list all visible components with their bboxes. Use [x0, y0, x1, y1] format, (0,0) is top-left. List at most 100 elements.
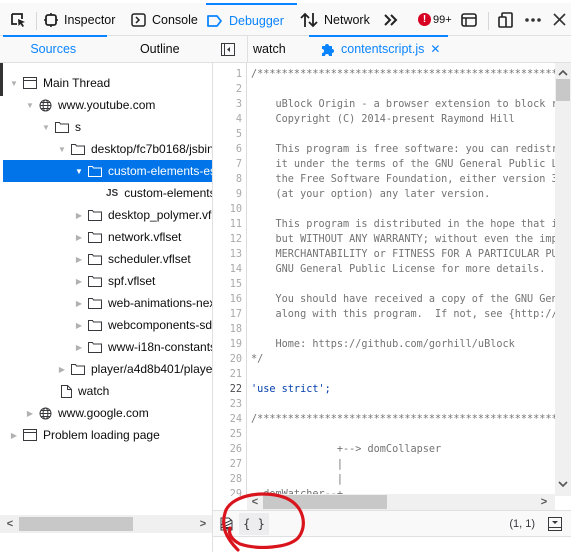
- element-picker-button[interactable]: [10, 3, 26, 36]
- tab-console[interactable]: Console: [131, 3, 198, 36]
- tree-item-network-vflset[interactable]: ▶ network.vflset: [3, 226, 212, 248]
- tab-outline[interactable]: Outline: [107, 36, 214, 62]
- blackbox-button[interactable]: [220, 517, 233, 534]
- scroll-down-icon[interactable]: [556, 477, 570, 491]
- tree-item-watch[interactable]: watch: [3, 380, 212, 402]
- code-line[interactable]: 12 but WITHOUT ANY WARRANTY; without eve…: [213, 232, 555, 247]
- code-editor[interactable]: 1 /**************************************…: [213, 63, 555, 496]
- code-line[interactable]: 3 uBlock Origin - a browser extension to…: [213, 97, 555, 112]
- close-tab-icon[interactable]: ✕: [430, 42, 440, 56]
- code-line[interactable]: 9 (at your option) any later version.: [213, 187, 555, 202]
- line-number[interactable]: 25: [213, 427, 242, 442]
- line-number[interactable]: 24: [213, 412, 242, 427]
- tree-item-web-animations[interactable]: ▶ web-animations-next: [3, 292, 212, 314]
- toggle-split-console-button[interactable]: [461, 3, 477, 36]
- code-line[interactable]: 24 /*************************************…: [213, 412, 555, 427]
- scrollbar-thumb[interactable]: [263, 495, 387, 509]
- code-line[interactable]: 20 */: [213, 352, 555, 367]
- code-line[interactable]: 1 /**************************************…: [213, 67, 555, 82]
- editor-vertical-scrollbar[interactable]: [555, 63, 571, 496]
- tab-debugger[interactable]: Debugger: [206, 3, 297, 36]
- line-number[interactable]: 2: [213, 82, 242, 97]
- line-number[interactable]: 17: [213, 307, 242, 322]
- tree-item-google[interactable]: ▶ www.google.com: [3, 402, 212, 424]
- code-line[interactable]: 11 This program is distributed in the ho…: [213, 217, 555, 232]
- line-number[interactable]: 23: [213, 397, 242, 412]
- code-line[interactable]: 5: [213, 127, 555, 142]
- tree-item-main-thread[interactable]: ▼ Main Thread: [3, 72, 212, 94]
- code-line[interactable]: 21: [213, 367, 555, 382]
- scroll-up-icon[interactable]: [556, 65, 570, 79]
- line-number[interactable]: 9: [213, 187, 242, 202]
- tree-item-folder-s[interactable]: ▼ s: [3, 116, 212, 138]
- error-count-button[interactable]: ! 99+: [418, 3, 452, 36]
- scrollbar-thumb[interactable]: [19, 517, 133, 531]
- line-number[interactable]: 29: [213, 487, 242, 496]
- tree-item-desktop-polymer[interactable]: ▶ desktop_polymer.vflset: [3, 204, 212, 226]
- more-options-button[interactable]: [525, 3, 541, 36]
- close-devtools-button[interactable]: [553, 3, 566, 36]
- code-line[interactable]: 23: [213, 397, 555, 412]
- sources-horizontal-scrollbar[interactable]: < >: [0, 515, 212, 533]
- line-number[interactable]: 27: [213, 457, 242, 472]
- more-tools-button[interactable]: [384, 3, 398, 36]
- code-line[interactable]: 27 |: [213, 457, 555, 472]
- line-number[interactable]: 28: [213, 472, 242, 487]
- line-number[interactable]: 22: [213, 382, 242, 397]
- code-line[interactable]: 6 This program is free software: you can…: [213, 142, 555, 157]
- line-number[interactable]: 26: [213, 442, 242, 457]
- code-line[interactable]: 17 along with this program. If not, see …: [213, 307, 555, 322]
- editor-horizontal-scrollbar[interactable]: < >: [247, 494, 555, 510]
- tree-item-custom-elements-js[interactable]: JS custom-elements-: [3, 182, 212, 204]
- line-number[interactable]: 18: [213, 322, 242, 337]
- line-number[interactable]: 1: [213, 67, 242, 82]
- line-number[interactable]: 10: [213, 202, 242, 217]
- code-line[interactable]: 4 Copyright (C) 2014-present Raymond Hil…: [213, 112, 555, 127]
- tree-item-player[interactable]: ▶ player/a4d8b401/player_: [3, 358, 212, 380]
- line-number[interactable]: 4: [213, 112, 242, 127]
- tree-item-youtube[interactable]: ▼ www.youtube.com: [3, 94, 212, 116]
- line-number[interactable]: 6: [213, 142, 242, 157]
- line-number[interactable]: 11: [213, 217, 242, 232]
- tree-item-folder-desktop[interactable]: ▼ desktop/fc7b0168/jsbin: [3, 138, 212, 160]
- line-number[interactable]: 16: [213, 292, 242, 307]
- code-line[interactable]: 14 GNU General Public License for more d…: [213, 262, 555, 277]
- tab-inspector[interactable]: Inspector: [44, 3, 115, 36]
- line-number[interactable]: 14: [213, 262, 242, 277]
- toggle-bottom-panel-button[interactable]: [548, 517, 562, 534]
- tree-item-webcomponents[interactable]: ▶ webcomponents-sd.: [3, 314, 212, 336]
- code-line[interactable]: 8 the Free Software Foundation, either v…: [213, 172, 555, 187]
- tree-item-custom-elements-folder[interactable]: ▼ custom-elements-es5: [3, 160, 212, 182]
- code-line[interactable]: 22 'use strict';: [213, 382, 555, 397]
- tree-item-problem-loading[interactable]: ▶ Problem loading page: [3, 424, 212, 446]
- line-number[interactable]: 21: [213, 367, 242, 382]
- scroll-right-icon[interactable]: >: [196, 517, 210, 531]
- tab-network[interactable]: Network: [300, 3, 370, 36]
- responsive-design-button[interactable]: [498, 3, 513, 36]
- line-number[interactable]: 8: [213, 172, 242, 187]
- tree-item-scheduler-vflset[interactable]: ▶ scheduler.vflset: [3, 248, 212, 270]
- tree-item-www-i18n[interactable]: ▶ www-i18n-constants: [3, 336, 212, 358]
- code-line[interactable]: 26 +--> domCollapser: [213, 442, 555, 457]
- tab-sources[interactable]: Sources: [0, 35, 107, 62]
- code-line[interactable]: 25: [213, 427, 555, 442]
- scrollbar-thumb[interactable]: [556, 79, 570, 101]
- code-line[interactable]: 18: [213, 322, 555, 337]
- code-line[interactable]: 13 MERCHANTABILITY or FITNESS FOR A PART…: [213, 247, 555, 262]
- editor-tab-contentscript[interactable]: contentscript.js ✕: [308, 35, 449, 62]
- line-number[interactable]: 15: [213, 277, 242, 292]
- code-line[interactable]: 2: [213, 82, 555, 97]
- toggle-sources-pane-button[interactable]: [221, 36, 235, 62]
- line-number[interactable]: 13: [213, 247, 242, 262]
- scroll-left-icon[interactable]: <: [3, 517, 17, 531]
- code-line[interactable]: 28 |: [213, 472, 555, 487]
- pretty-print-button[interactable]: { }: [239, 513, 269, 535]
- code-line[interactable]: 10: [213, 202, 555, 217]
- line-number[interactable]: 12: [213, 232, 242, 247]
- code-line[interactable]: 16 You should have received a copy of th…: [213, 292, 555, 307]
- line-number[interactable]: 7: [213, 157, 242, 172]
- editor-tab-watch[interactable]: watch: [253, 36, 286, 62]
- scroll-right-icon[interactable]: >: [537, 495, 551, 509]
- code-line[interactable]: 7 it under the terms of the GNU General …: [213, 157, 555, 172]
- code-line[interactable]: 15: [213, 277, 555, 292]
